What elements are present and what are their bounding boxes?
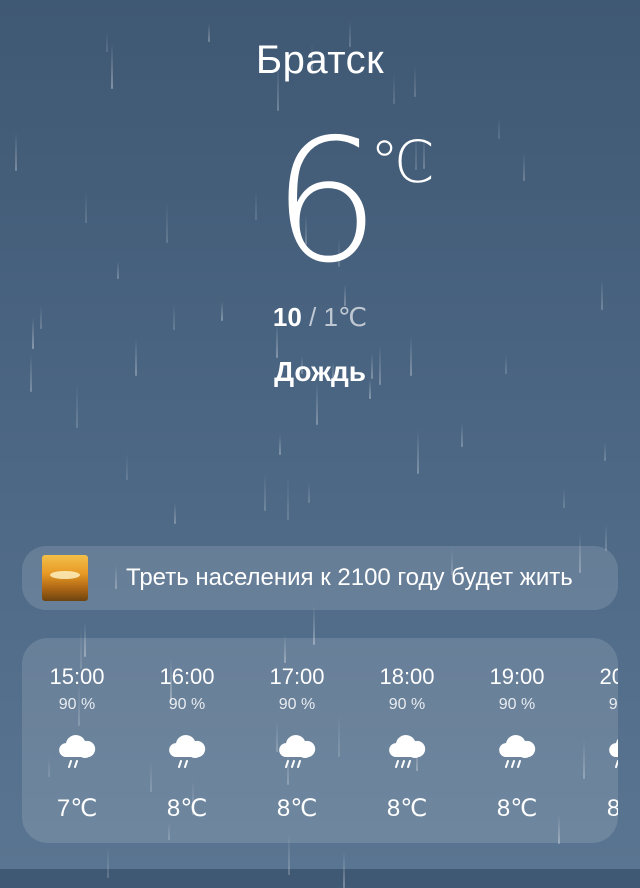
temperature-separator: / [301, 302, 324, 332]
current-temperature: 6 ℃ [0, 112, 640, 292]
hourly-temperature: 8℃ [496, 795, 538, 822]
temperature-range: 10 / 1℃ [0, 302, 640, 333]
hourly-item[interactable]: 17:00 90 % 8℃ [242, 638, 352, 843]
hourly-item[interactable]: 20:00 90 % 8℃ [572, 638, 618, 843]
hourly-temperature: 8℃ [166, 795, 208, 822]
hourly-item[interactable]: 16:00 90 % 8℃ [132, 638, 242, 843]
hourly-precipitation: 90 % [278, 696, 316, 713]
sunset-photo-thumbnail [42, 555, 88, 601]
rain-cloud-icon [605, 730, 618, 770]
rain-cloud-icon [165, 730, 209, 770]
hourly-item[interactable]: 18:00 90 % 8℃ [352, 638, 462, 843]
hourly-precipitation: 90 % [388, 696, 426, 713]
hourly-time: 19:00 [489, 664, 545, 689]
rain-cloud-icon [55, 730, 99, 770]
news-headline[interactable]: Треть населения к 2100 году будет жить [126, 546, 608, 610]
hourly-item[interactable]: 15:00 90 % 7℃ [22, 638, 132, 843]
news-banner[interactable]: Треть населения к 2100 году будет жить [22, 546, 618, 610]
hourly-temperature: 7℃ [56, 795, 98, 822]
hourly-temperature: 8℃ [276, 795, 318, 822]
hourly-precipitation: 90 % [498, 696, 536, 713]
hourly-precipitation: 90 % [608, 696, 618, 713]
hourly-time: 15:00 [49, 664, 105, 689]
hourly-time: 18:00 [379, 664, 435, 689]
weather-condition: Дождь [274, 356, 366, 387]
hourly-forecast-list[interactable]: 15:00 90 % 7℃ 16:00 90 % 8℃ 17:00 90 % 8℃ 18:00 90… [22, 638, 618, 843]
hourly-time: 17:00 [269, 664, 325, 689]
current-temperature-value: 6 [272, 103, 381, 301]
hourly-time: 16:00 [159, 664, 215, 689]
hourly-temperature: 8℃ [386, 795, 428, 822]
temperature-unit: ℃ [370, 128, 436, 196]
hourly-time: 20:00 [599, 664, 618, 689]
temperature-high: 10 [272, 302, 302, 332]
hourly-temperature: 8℃ [606, 795, 618, 822]
hourly-precipitation: 90 % [168, 696, 206, 713]
rain-cloud-icon [385, 730, 429, 770]
rain-cloud-icon [275, 730, 319, 770]
city-name[interactable]: Братск [0, 38, 640, 83]
hourly-precipitation: 90 % [58, 696, 96, 713]
hourly-forecast-card[interactable]: 15:00 90 % 7℃ 16:00 90 % 8℃ 17:00 90 % 8℃ 18:00 90… [22, 638, 618, 843]
hourly-item[interactable]: 19:00 90 % 8℃ [462, 638, 572, 843]
rain-cloud-icon [495, 730, 539, 770]
temperature-low: 1℃ [323, 302, 368, 332]
